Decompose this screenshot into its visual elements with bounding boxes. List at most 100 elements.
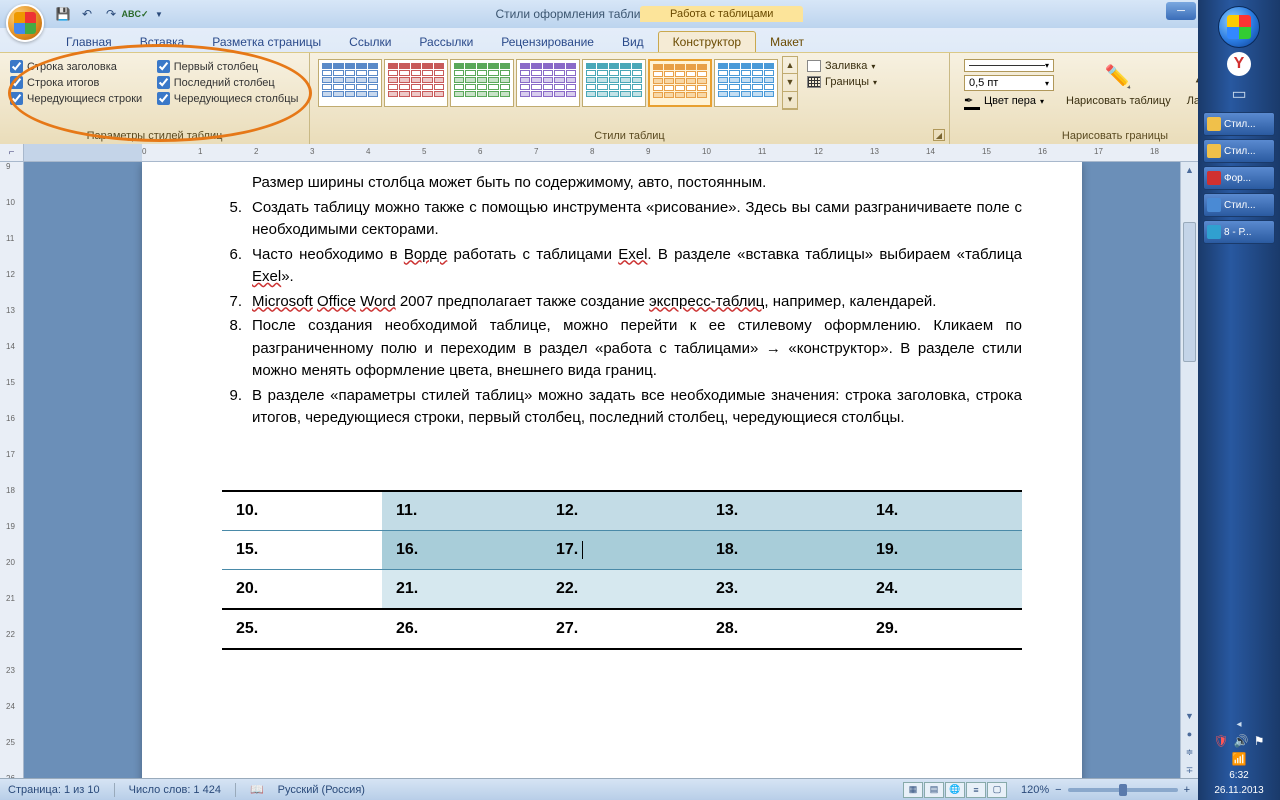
dialog-launcher-icon[interactable]: ◢ (933, 129, 945, 141)
table-row[interactable]: 10.11.12.13.14. (222, 491, 1022, 531)
prev-page-icon[interactable]: ≑ (1181, 744, 1198, 760)
vertical-ruler[interactable]: 91011121314151617181920212223242526 (0, 162, 24, 778)
scroll-up-icon[interactable]: ▲ (1181, 162, 1198, 178)
taskbar-item[interactable]: Стил... (1203, 139, 1275, 163)
tab-Рассылки[interactable]: Рассылки (405, 32, 487, 52)
table-row[interactable]: 20.21.22.23.24. (222, 569, 1022, 609)
zoom-slider[interactable] (1068, 788, 1178, 792)
table-cell[interactable]: 28. (702, 609, 862, 649)
option-Последний столбец[interactable]: Последний столбец (157, 76, 299, 89)
taskbar-item[interactable]: Стил... (1203, 193, 1275, 217)
table-row[interactable]: 25.26.27.28.29. (222, 609, 1022, 649)
table-style-thumb[interactable] (582, 59, 646, 107)
table-cell[interactable]: 22. (542, 569, 702, 609)
flag-icon[interactable]: ⚑ (1254, 734, 1265, 748)
table-style-thumb[interactable] (450, 59, 514, 107)
office-button[interactable] (6, 4, 44, 42)
tab-Рецензирование[interactable]: Рецензирование (487, 32, 608, 52)
taskbar-item[interactable]: 8 - Р... (1203, 220, 1275, 244)
spellcheck-icon[interactable]: ABC✓ (126, 5, 144, 23)
word-count[interactable]: Число слов: 1 424 (129, 784, 221, 796)
redo-icon[interactable]: ↷ (102, 5, 120, 23)
qat-dropdown-icon[interactable]: ▼ (150, 5, 168, 23)
table-cell[interactable]: 24. (862, 569, 1022, 609)
save-icon[interactable]: 💾 (54, 5, 72, 23)
draw-table-button[interactable]: ✏️ Нарисовать таблицу (1062, 59, 1175, 109)
document-page[interactable]: Размер ширины столбца может быть по соде… (142, 162, 1082, 778)
option-Строка заголовка[interactable]: Строка заголовка (10, 60, 143, 73)
security-icon[interactable]: 🛡 (1214, 734, 1229, 748)
table-cell[interactable]: 20. (222, 569, 382, 609)
table-cell[interactable]: 21. (382, 569, 542, 609)
taskbar-item[interactable]: Фор... (1203, 166, 1275, 190)
minimize-button[interactable]: ─ (1166, 2, 1196, 20)
volume-icon[interactable]: 🔊 (1234, 734, 1249, 748)
table-cell[interactable]: 14. (862, 491, 1022, 531)
table-cell[interactable]: 15. (222, 530, 382, 569)
draft-view-icon[interactable]: ▢ (987, 782, 1007, 798)
scroll-down-icon[interactable]: ▼ (1181, 708, 1198, 724)
table-row[interactable]: 15.16.17.18.19. (222, 530, 1022, 569)
document-table[interactable]: 10.11.12.13.14.15.16.17.18.19.20.21.22.2… (222, 490, 1022, 650)
table-cell[interactable]: 29. (862, 609, 1022, 649)
clock-date[interactable]: 26.11.2013 (1214, 785, 1263, 796)
table-cell[interactable]: 26. (382, 609, 542, 649)
checkbox[interactable] (10, 76, 23, 89)
scroll-thumb[interactable] (1183, 222, 1196, 362)
option-Чередующиеся строки[interactable]: Чередующиеся строки (10, 92, 143, 105)
yandex-icon[interactable]: Y (1227, 52, 1251, 76)
language-status[interactable]: Русский (Россия) (278, 784, 365, 796)
checkbox[interactable] (10, 60, 23, 73)
table-style-thumb[interactable] (516, 59, 580, 107)
table-cell[interactable]: 10. (222, 491, 382, 531)
print-layout-view-icon[interactable]: ▦ (903, 782, 923, 798)
gallery-up-icon[interactable]: ▲ (783, 57, 797, 74)
gallery-scrollbar[interactable]: ▲ ▼ ▾ (782, 56, 798, 110)
option-Чередующиеся столбцы[interactable]: Чередующиеся столбцы (157, 92, 299, 105)
borders-button[interactable]: Границы ▾ (804, 75, 880, 89)
table-cell[interactable]: 11. (382, 491, 542, 531)
shading-button[interactable]: Заливка ▾ (804, 59, 880, 73)
gallery-more-icon[interactable]: ▾ (783, 92, 797, 109)
ruler-corner[interactable]: ⌐ (0, 144, 24, 162)
tab-Вставка[interactable]: Вставка (126, 32, 199, 52)
table-style-thumb[interactable] (714, 59, 778, 107)
table-cell[interactable]: 25. (222, 609, 382, 649)
line-weight-select[interactable]: 0,5 пт▾ (964, 75, 1054, 91)
styles-gallery[interactable] (316, 56, 780, 110)
select-browse-icon[interactable]: ● (1181, 726, 1198, 742)
undo-icon[interactable]: ↶ (78, 5, 96, 23)
zoom-level[interactable]: 120% (1021, 784, 1049, 796)
web-view-icon[interactable]: 🌐 (945, 782, 965, 798)
vertical-scrollbar[interactable]: ▲ ▼ ● ≑ ∓ (1180, 162, 1198, 778)
show-desktop-icon[interactable]: ▭ (1225, 80, 1253, 108)
table-cell[interactable]: 16. (382, 530, 542, 569)
table-cell[interactable]: 13. (702, 491, 862, 531)
pen-color-button[interactable]: ✒Цвет пера ▾ (964, 94, 1054, 108)
checkbox[interactable] (157, 92, 170, 105)
tab-Макет[interactable]: Макет (756, 32, 818, 52)
tab-Разметка страницы[interactable]: Разметка страницы (198, 32, 335, 52)
fullscreen-view-icon[interactable]: ▤ (924, 782, 944, 798)
clock-time[interactable]: 6:32 (1229, 770, 1248, 781)
zoom-out-icon[interactable]: − (1055, 784, 1061, 796)
table-style-thumb[interactable] (318, 59, 382, 107)
checkbox[interactable] (157, 60, 170, 73)
line-style-select[interactable]: ▾ (964, 59, 1054, 72)
table-cell[interactable]: 19. (862, 530, 1022, 569)
table-cell[interactable]: 17. (542, 530, 702, 569)
checkbox[interactable] (157, 76, 170, 89)
taskbar-item[interactable]: Стил... (1203, 112, 1275, 136)
start-button[interactable] (1218, 6, 1260, 48)
option-Строка итогов[interactable]: Строка итогов (10, 76, 143, 89)
table-cell[interactable]: 27. (542, 609, 702, 649)
gallery-down-icon[interactable]: ▼ (783, 74, 797, 91)
checkbox[interactable] (10, 92, 23, 105)
table-cell[interactable]: 23. (702, 569, 862, 609)
horizontal-ruler[interactable]: 0123456789101112131415161718 (24, 144, 1198, 162)
outline-view-icon[interactable]: ≡ (966, 782, 986, 798)
tab-Вид[interactable]: Вид (608, 32, 658, 52)
table-style-thumb[interactable] (384, 59, 448, 107)
page-status[interactable]: Страница: 1 из 10 (8, 784, 100, 796)
network-icon[interactable]: 📶 (1232, 752, 1247, 766)
